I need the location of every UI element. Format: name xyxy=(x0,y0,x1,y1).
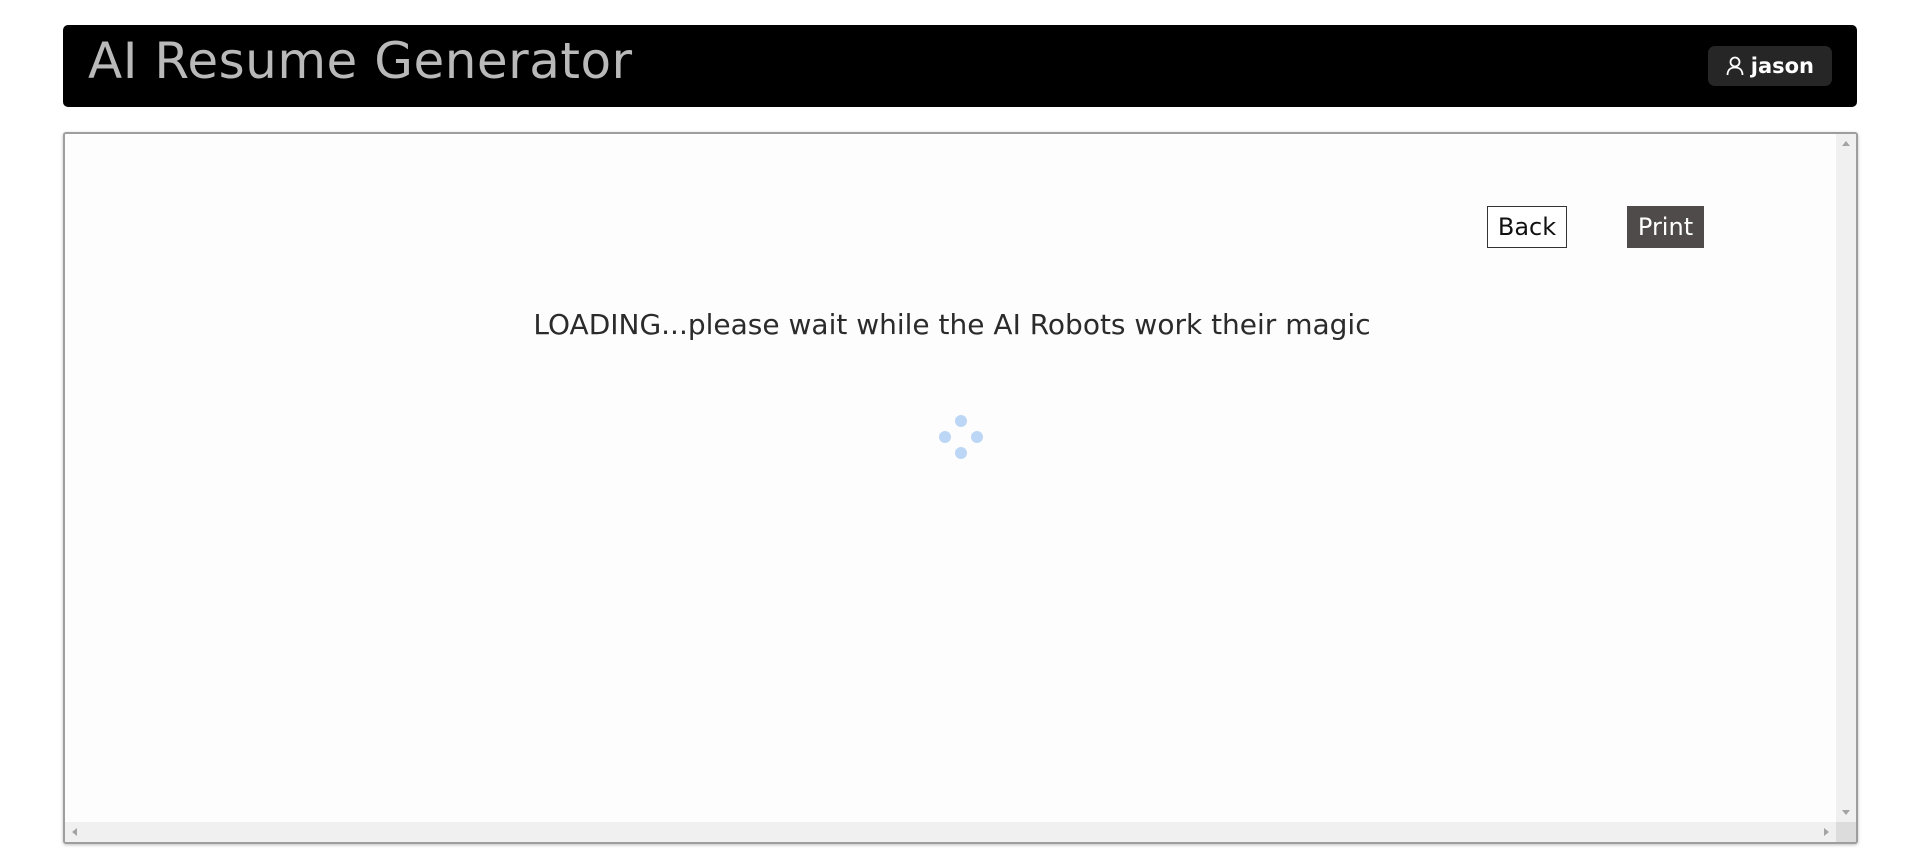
back-button[interactable]: Back xyxy=(1487,206,1567,248)
user-name: jason xyxy=(1750,54,1814,78)
app-title: AI Resume Generator xyxy=(88,32,633,90)
resume-preview-frame: Back Print LOADING...please wait while t… xyxy=(63,132,1858,844)
user-icon xyxy=(1724,55,1746,77)
resume-preview-content: Back Print LOADING...please wait while t… xyxy=(65,134,1836,822)
scroll-left-arrow-icon[interactable] xyxy=(72,828,77,836)
scrollbar-corner xyxy=(1836,822,1856,842)
print-button[interactable]: Print xyxy=(1627,206,1704,248)
scroll-down-arrow-icon[interactable] xyxy=(1842,810,1850,815)
spinner-dot xyxy=(955,447,967,459)
spinner-dot xyxy=(939,431,951,443)
scroll-right-arrow-icon[interactable] xyxy=(1824,828,1829,836)
horizontal-scrollbar[interactable] xyxy=(65,822,1836,842)
loading-spinner-icon xyxy=(936,415,986,465)
user-menu-button[interactable]: jason xyxy=(1707,46,1832,86)
scroll-up-arrow-icon[interactable] xyxy=(1842,141,1850,146)
spinner-dot xyxy=(971,431,983,443)
loading-message: LOADING...please wait while the AI Robot… xyxy=(533,308,1371,341)
vertical-scrollbar[interactable] xyxy=(1836,134,1856,822)
app-header: AI Resume Generator jason xyxy=(63,25,1857,107)
spinner-dot xyxy=(955,415,967,427)
